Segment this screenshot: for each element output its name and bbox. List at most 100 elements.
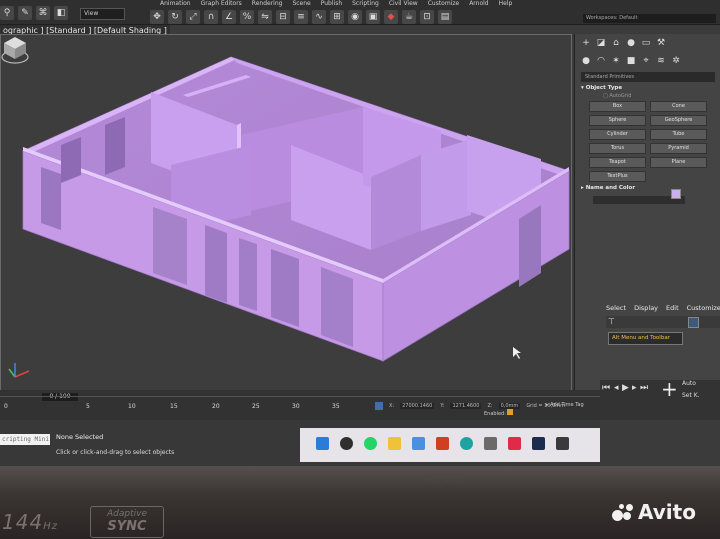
reference-coordinate-dropdown[interactable]: View	[80, 8, 125, 20]
explorer-edit-tab[interactable]: Edit	[666, 304, 679, 312]
file-explorer-icon[interactable]	[388, 437, 401, 450]
render-frame-icon[interactable]: ◆	[384, 10, 398, 24]
x-value[interactable]: 27000.1460	[400, 403, 435, 409]
hierarchy-tab-icon[interactable]: ⌂	[611, 38, 621, 48]
cameras-icon[interactable]: ■	[626, 56, 636, 66]
search-icon[interactable]	[340, 437, 353, 450]
menu-scene[interactable]: Scene	[292, 0, 310, 9]
viewcube-icon[interactable]	[1, 35, 29, 65]
3dsmax-icon[interactable]	[484, 437, 497, 450]
spacewarps-icon[interactable]: ≋	[656, 56, 666, 66]
workspace-menu-dropdown[interactable]: Alt Menu and Toolbar	[608, 332, 683, 345]
menu-animation[interactable]: Animation	[160, 0, 191, 9]
box-button[interactable]: Box	[589, 101, 646, 112]
time-slider-track[interactable]	[0, 396, 600, 397]
geosphere-button[interactable]: GeoSphere	[650, 115, 707, 126]
photoshop-icon[interactable]	[532, 437, 545, 450]
percent-snap-icon[interactable]: %	[240, 10, 254, 24]
adaptive-degradation-toggle[interactable]: Enabled:	[484, 409, 514, 417]
plane-button[interactable]: Plane	[650, 157, 707, 168]
move-icon[interactable]: ✥	[150, 10, 164, 24]
add-time-tag-button[interactable]: ▸ Add Time Tag	[546, 402, 584, 408]
yandex-icon[interactable]	[508, 437, 521, 450]
explorer-display-tab[interactable]: Display	[634, 304, 658, 312]
schematic-view-icon[interactable]: ⊞	[330, 10, 344, 24]
filter-icon[interactable]: ⊤	[608, 317, 615, 326]
textplus-button[interactable]: TextPlus	[589, 171, 646, 182]
menu-arnold[interactable]: Arnold	[469, 0, 488, 9]
menu-rendering[interactable]: Rendering	[252, 0, 283, 9]
perspective-viewport[interactable]	[0, 34, 572, 392]
teapot-button[interactable]: Teapot	[589, 157, 646, 168]
menu-customize[interactable]: Customize	[428, 0, 460, 9]
motion-tab-icon[interactable]: ●	[626, 38, 636, 48]
rotate-icon[interactable]: ↻	[168, 10, 182, 24]
bind-space-warp-icon[interactable]: ⌘	[36, 6, 50, 20]
go-to-end-icon[interactable]: ⏭	[640, 383, 648, 393]
workspace-selector[interactable]: Workspaces: Default	[583, 14, 716, 23]
whatsapp-icon[interactable]	[364, 437, 377, 450]
material-editor-icon[interactable]: ◉	[348, 10, 362, 24]
explorer-customize-tab[interactable]: Customize	[687, 304, 720, 312]
menu-graph-editors[interactable]: Graph Editors	[201, 0, 242, 9]
render-setup-icon[interactable]: ▣	[366, 10, 380, 24]
start-icon[interactable]	[316, 437, 329, 450]
render-iterative-icon[interactable]: ⊡	[420, 10, 434, 24]
curve-editor-icon[interactable]: ∿	[312, 10, 326, 24]
maxscript-listener[interactable]: cripting Mini	[0, 434, 50, 445]
helpers-icon[interactable]: ⌖	[641, 56, 651, 66]
geometry-icon[interactable]: ●	[581, 56, 591, 66]
add-key-icon[interactable]: +	[661, 379, 678, 399]
tube-button[interactable]: Tube	[650, 129, 707, 140]
utilities-tab-icon[interactable]: ⚒	[656, 38, 666, 48]
pyramid-button[interactable]: Pyramid	[650, 143, 707, 154]
auto-key-button[interactable]: Auto	[682, 380, 696, 387]
create-tab-icon[interactable]: +	[581, 38, 591, 48]
set-key-button[interactable]: Set K.	[682, 392, 700, 399]
autogrid-checkbox[interactable]: □ AutoGrid	[603, 93, 720, 99]
go-to-start-icon[interactable]: ⏮	[602, 383, 610, 393]
cylinder-button[interactable]: Cylinder	[589, 129, 646, 140]
mail-icon[interactable]	[412, 437, 425, 450]
lights-icon[interactable]: ✶	[611, 56, 621, 66]
layer-explorer-icon[interactable]: ≡	[294, 10, 308, 24]
ruler-tick: 20	[212, 403, 220, 410]
torus-button[interactable]: Torus	[589, 143, 646, 154]
filter-toggle-icon[interactable]	[688, 317, 699, 328]
select-link-icon[interactable]: ⚲	[0, 6, 14, 20]
render-online-icon[interactable]: ▤	[438, 10, 452, 24]
unlink-icon[interactable]: ✎	[18, 6, 32, 20]
menu-scripting[interactable]: Scripting	[352, 0, 379, 9]
render-icon[interactable]: ☕	[402, 10, 416, 24]
app-icon[interactable]	[556, 437, 569, 450]
name-color-rollout[interactable]: ▸ Name and Color	[581, 185, 715, 191]
object-color-swatch[interactable]	[671, 189, 681, 199]
play-icon[interactable]: ▶	[622, 383, 629, 393]
menu-help[interactable]: Help	[499, 0, 513, 9]
edge-icon[interactable]	[460, 437, 473, 450]
next-frame-icon[interactable]: ▸	[632, 383, 637, 393]
frame-counter[interactable]: 0 / 100	[42, 393, 78, 401]
shapes-icon[interactable]: ◠	[596, 56, 606, 66]
snap-icon[interactable]: ∩	[204, 10, 218, 24]
menu-publish[interactable]: Publish	[321, 0, 342, 9]
systems-icon[interactable]: ✲	[671, 56, 681, 66]
modify-tab-icon[interactable]: ◪	[596, 38, 606, 48]
display-tab-icon[interactable]: ▭	[641, 38, 651, 48]
autodesk-icon[interactable]	[436, 437, 449, 450]
previous-frame-icon[interactable]: ◂	[614, 383, 619, 393]
angle-snap-icon[interactable]: ∠	[222, 10, 236, 24]
explorer-select-tab[interactable]: Select	[606, 304, 626, 312]
sphere-button[interactable]: Sphere	[589, 115, 646, 126]
mirror-icon[interactable]: ⇋	[258, 10, 272, 24]
selection-filter-icon[interactable]: ◧	[54, 6, 68, 20]
y-value[interactable]: 1271.4600	[450, 403, 482, 409]
menu-civil-view[interactable]: Civil View	[389, 0, 418, 9]
absolute-mode-icon[interactable]	[375, 402, 383, 410]
primitive-category-dropdown[interactable]: Standard Primitives	[581, 72, 715, 82]
scale-icon[interactable]: ⤢	[186, 10, 200, 24]
cone-button[interactable]: Cone	[650, 101, 707, 112]
workspace-label: Workspaces:	[586, 15, 618, 21]
align-icon[interactable]: ⊟	[276, 10, 290, 24]
object-type-rollout[interactable]: ▾ Object Type	[581, 85, 715, 91]
